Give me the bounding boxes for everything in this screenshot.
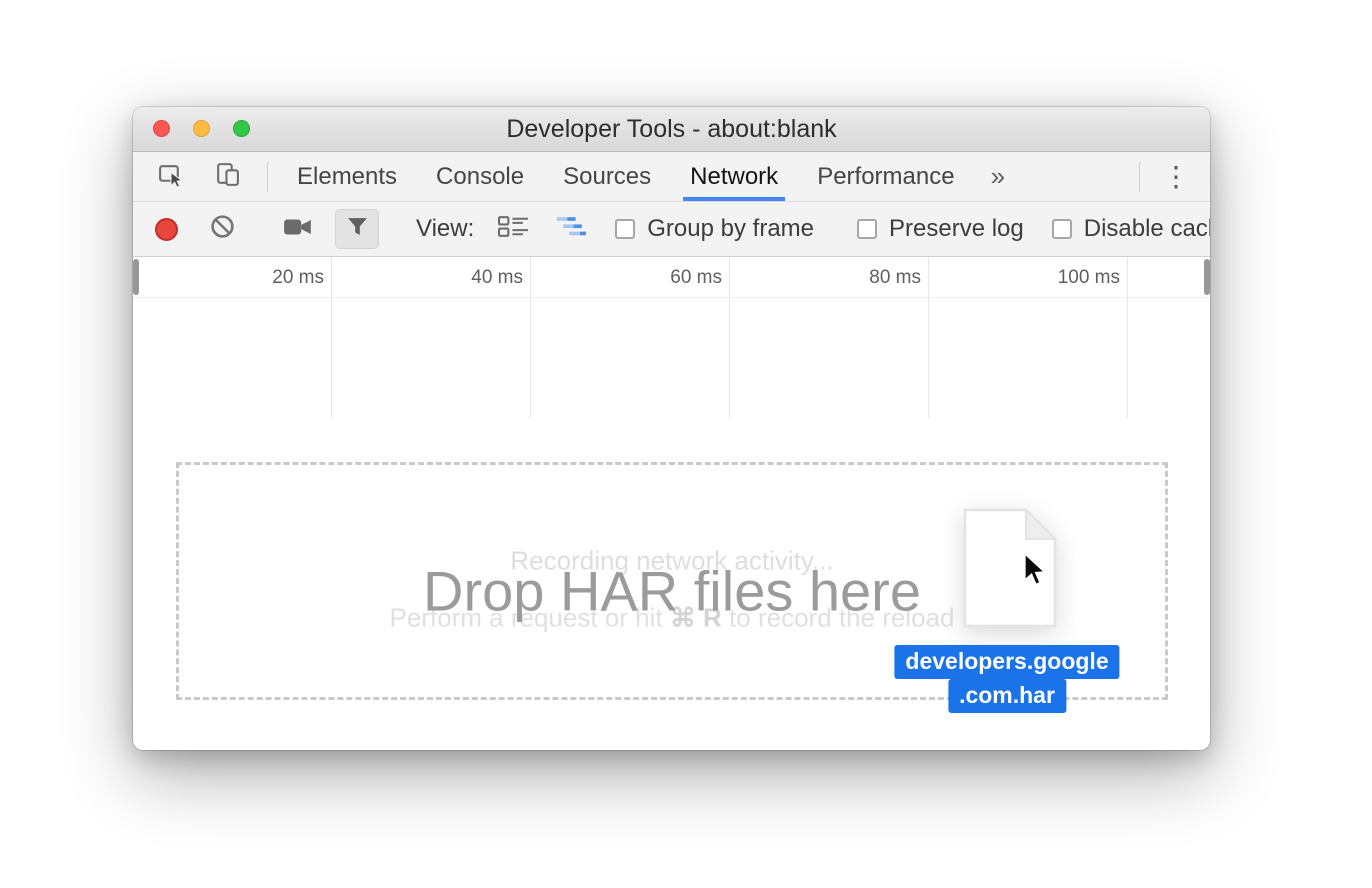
timeline-column: 80 ms — [730, 257, 929, 418]
traffic-lights — [153, 120, 250, 137]
view-label: View: — [416, 215, 474, 243]
timeline-column: 40 ms — [332, 257, 531, 418]
device-toolbar-icon — [214, 161, 241, 193]
zoom-button[interactable] — [233, 120, 250, 137]
minimize-button[interactable] — [193, 120, 210, 137]
inspect-element-button[interactable] — [157, 152, 184, 201]
tab-console[interactable]: Console — [429, 152, 531, 201]
scrollbar-thumb-right[interactable] — [1204, 259, 1210, 295]
capture-screenshots-button[interactable] — [283, 214, 313, 245]
chevron-right-icon: » — [991, 161, 1005, 192]
drag-file-label-line2: .com.har — [948, 679, 1066, 713]
block-circle-icon — [209, 213, 236, 245]
timeline-column: 60 ms — [531, 257, 730, 418]
tabbar-spacer — [1009, 152, 1139, 201]
record-button[interactable] — [155, 218, 178, 241]
clear-button[interactable] — [209, 213, 236, 245]
group-by-frame-label[interactable]: Group by frame — [647, 215, 814, 243]
divider — [1139, 162, 1140, 192]
preserve-log-checkbox[interactable] — [857, 219, 877, 239]
filter-button[interactable] — [335, 209, 379, 249]
tab-elements[interactable]: Elements — [290, 152, 404, 201]
video-camera-icon — [283, 214, 313, 245]
drop-har-message: Drop HAR files here — [423, 559, 921, 624]
drag-file-label: developers.google .com.har — [894, 645, 1119, 713]
divider — [267, 162, 268, 192]
title-bar: Developer Tools - about:blank — [133, 107, 1210, 152]
timeline-tick: 60 ms — [670, 267, 722, 289]
funnel-filter-icon — [345, 214, 370, 244]
group-by-frame-checkbox[interactable] — [615, 219, 635, 239]
disable-cache-checkbox[interactable] — [1052, 219, 1072, 239]
inspect-cursor-icon — [157, 161, 184, 193]
network-timeline: 20 ms 40 ms 60 ms 80 ms 100 ms — [133, 257, 1210, 418]
preserve-log-label[interactable]: Preserve log — [889, 215, 1024, 243]
timeline-tick: 80 ms — [869, 267, 921, 289]
scrollbar-thumb-left[interactable] — [133, 259, 139, 295]
drag-file-label-line1: developers.google — [894, 645, 1119, 679]
timeline-tick: 20 ms — [272, 267, 324, 289]
disable-cache-label[interactable]: Disable cache — [1084, 215, 1210, 243]
timeline-column: 20 ms — [133, 257, 332, 418]
devtools-tab-bar: Elements Console Sources Network Perform… — [133, 152, 1210, 202]
large-rows-view-button[interactable] — [498, 214, 529, 244]
kebab-menu-icon: ⋮ — [1162, 160, 1190, 193]
overview-view-button[interactable] — [557, 214, 588, 244]
list-view-icon — [498, 214, 529, 244]
timeline-tick: 40 ms — [471, 267, 523, 289]
timeline-column: 100 ms — [929, 257, 1128, 418]
devtools-window: Developer Tools - about:blank Elements — [133, 107, 1210, 750]
panel-tabs: Elements Console Sources Network Perform… — [290, 152, 1009, 201]
devtools-menu-button[interactable]: ⋮ — [1156, 152, 1196, 201]
close-button[interactable] — [153, 120, 170, 137]
tab-performance[interactable]: Performance — [810, 152, 961, 201]
timeline-tick: 100 ms — [1058, 267, 1120, 289]
more-tabs-button[interactable]: » — [987, 152, 1009, 201]
device-toolbar-button[interactable] — [214, 152, 241, 201]
mouse-cursor-icon — [1022, 552, 1049, 591]
window-title: Developer Tools - about:blank — [506, 115, 836, 144]
network-toolbar: View: — [133, 202, 1210, 257]
waterfall-icon — [557, 214, 588, 244]
tab-network[interactable]: Network — [683, 152, 785, 201]
tab-sources[interactable]: Sources — [556, 152, 658, 201]
